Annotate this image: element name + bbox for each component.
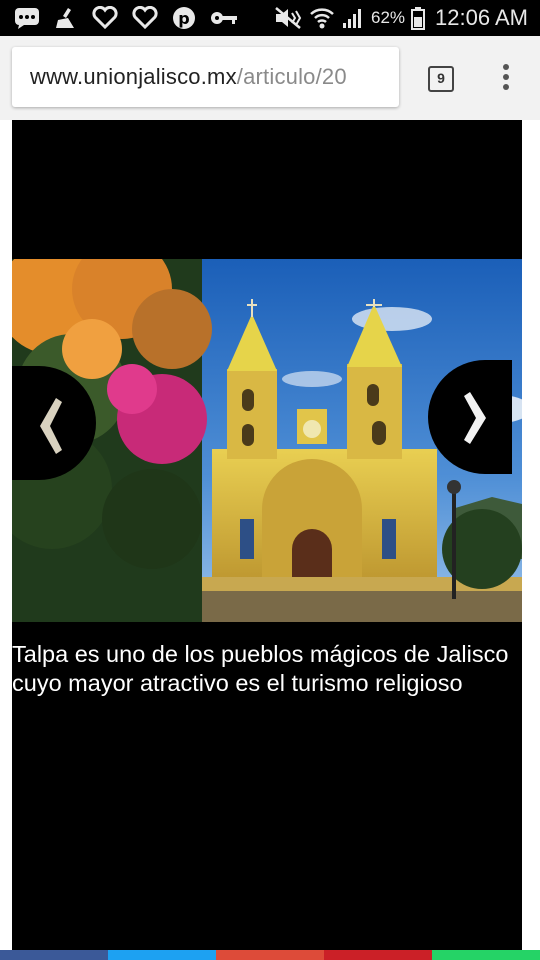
gallery-prev-button[interactable] <box>12 366 96 480</box>
battery-icon <box>411 7 426 30</box>
mute-icon <box>275 7 302 29</box>
menu-dot <box>503 74 509 80</box>
svg-text:p: p <box>178 9 189 28</box>
url-bar[interactable]: www.unionjalisco.mx/articulo/20 <box>12 47 399 107</box>
signal-icon <box>343 9 362 28</box>
heart-icon <box>92 6 118 30</box>
facebook-share-button[interactable] <box>0 950 108 960</box>
web-page: Talpa es uno de los pueblos mágicos de J… <box>0 120 540 960</box>
status-bar: p 62% 12:06 AM <box>0 0 540 36</box>
key-icon <box>211 12 237 24</box>
twitter-share-button[interactable] <box>108 950 216 960</box>
notification-icons: p <box>14 5 238 31</box>
url-domain: www.unionjalisco.mx <box>30 64 237 89</box>
article-gallery: Talpa es uno de los pueblos mágicos de J… <box>12 120 522 950</box>
system-icons: 62% 12:06 AM <box>273 0 528 36</box>
gallery-next-button[interactable] <box>428 360 512 474</box>
pinterest-icon: p <box>173 7 195 29</box>
url-path: /articulo/20 <box>236 64 347 89</box>
pinterest-share-button[interactable] <box>324 950 432 960</box>
menu-dot <box>503 84 509 90</box>
overflow-menu-button[interactable] <box>494 62 518 96</box>
heart-icon <box>132 6 158 30</box>
browser-toolbar: www.unionjalisco.mx/articulo/20 9 <box>0 36 540 120</box>
chevron-left-icon <box>40 398 62 454</box>
tab-switcher-button[interactable]: 9 <box>428 66 454 92</box>
share-bar[interactable] <box>0 950 540 960</box>
whatsapp-share-button[interactable] <box>432 950 540 960</box>
photo-caption: Talpa es uno de los pueblos mágicos de J… <box>12 641 509 696</box>
menu-dot <box>503 64 509 70</box>
messenger-icon <box>15 8 39 29</box>
battery-percentage: 62% <box>371 8 406 27</box>
chevron-right-icon <box>464 392 486 444</box>
clock: 12:06 AM <box>435 5 528 30</box>
wifi-icon <box>310 8 334 29</box>
cleaner-icon <box>56 8 74 28</box>
url-text[interactable]: www.unionjalisco.mx/articulo/20 <box>30 64 347 90</box>
google-share-button[interactable] <box>216 950 324 960</box>
